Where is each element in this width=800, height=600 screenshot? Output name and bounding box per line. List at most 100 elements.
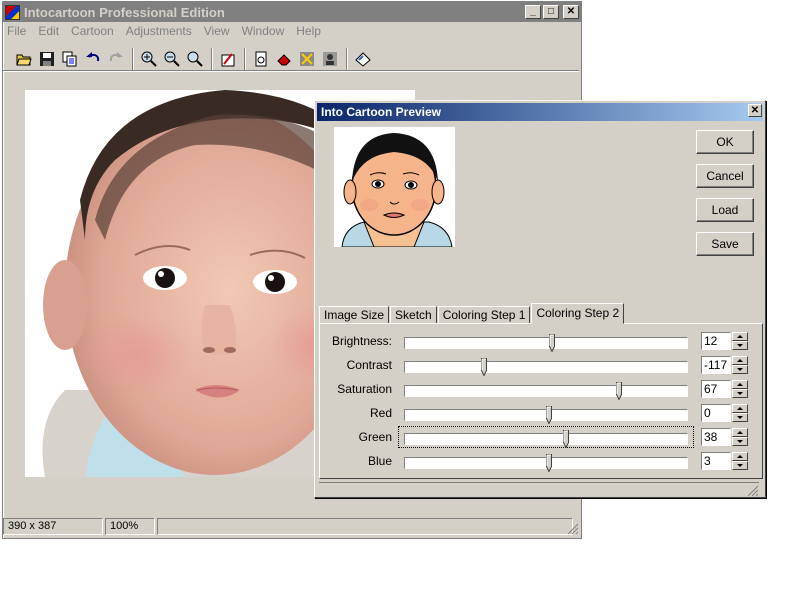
resize-grip-icon[interactable] <box>567 523 579 535</box>
cartoonize-icon[interactable] <box>217 48 239 70</box>
effect-icon[interactable] <box>296 48 318 70</box>
menubar: File Edit Cartoon Adjustments View Windo… <box>3 22 581 40</box>
green-slider[interactable] <box>404 430 688 449</box>
save-settings-button[interactable]: Save <box>696 232 754 256</box>
saturation-slider-thumb[interactable] <box>616 382 623 401</box>
minimize-button[interactable]: _ <box>525 5 541 19</box>
contrast-value[interactable]: -117 <box>701 356 731 374</box>
red-value[interactable]: 0 <box>701 404 731 422</box>
green-label: Green <box>358 430 392 444</box>
zoom-fit-icon[interactable] <box>184 48 206 70</box>
window-title: Intocartoon Professional Edition <box>24 4 225 20</box>
saturation-spinner <box>732 380 748 398</box>
spin-up-icon[interactable] <box>732 380 748 389</box>
contrast-slider-thumb[interactable] <box>480 358 487 377</box>
copy-icon[interactable] <box>59 48 81 70</box>
tab-strip: Image Size Sketch Coloring Step 1 Colori… <box>319 303 625 324</box>
spin-up-icon[interactable] <box>732 452 748 461</box>
clear-icon[interactable] <box>352 48 374 70</box>
menu-edit[interactable]: Edit <box>38 24 59 38</box>
cartoon-preview-image <box>334 127 455 247</box>
blue-slider-thumb[interactable] <box>545 454 552 473</box>
tab-coloring-step-1[interactable]: Coloring Step 1 <box>437 306 531 324</box>
brightness-label: Brightness: <box>331 334 392 348</box>
red-slider[interactable] <box>404 406 688 425</box>
toolbar <box>13 46 375 72</box>
app-icon[interactable] <box>5 4 20 20</box>
spin-down-icon[interactable] <box>732 389 748 398</box>
save-icon[interactable] <box>36 48 58 70</box>
menu-file[interactable]: File <box>7 24 26 38</box>
cancel-button[interactable]: Cancel <box>696 164 754 188</box>
slider-row-blue: Blue 3 <box>320 450 760 473</box>
close-button[interactable]: ✕ <box>563 5 579 19</box>
toolbar-divider <box>3 70 579 72</box>
spin-down-icon[interactable] <box>732 461 748 470</box>
spin-down-icon[interactable] <box>732 365 748 374</box>
redo-icon[interactable] <box>105 48 127 70</box>
status-zoom: 100% <box>105 518 155 535</box>
blue-value[interactable]: 3 <box>701 452 731 470</box>
green-value[interactable]: 38 <box>701 428 731 446</box>
coloring-step-2-panel: Brightness: 12 Contrast -117 Saturation … <box>319 323 763 479</box>
brightness-value[interactable]: 12 <box>701 332 731 350</box>
open-icon[interactable] <box>13 48 35 70</box>
slider-row-contrast: Contrast -117 <box>320 354 760 377</box>
tab-image-size[interactable]: Image Size <box>319 306 390 324</box>
slider-row-brightness: Brightness: 12 <box>320 330 760 353</box>
batch-icon[interactable] <box>319 48 341 70</box>
spin-up-icon[interactable] <box>732 332 748 341</box>
maximize-button[interactable]: □ <box>543 5 559 19</box>
saturation-label: Saturation <box>337 382 392 396</box>
brightness-slider-thumb[interactable] <box>548 334 555 353</box>
contrast-slider[interactable] <box>404 358 688 377</box>
toolbar-separator <box>132 48 134 70</box>
status-dimensions: 390 x 387 <box>3 518 103 535</box>
blue-slider[interactable] <box>404 454 688 473</box>
saturation-slider[interactable] <box>404 382 688 401</box>
blue-label: Blue <box>367 454 392 468</box>
red-slider-thumb[interactable] <box>545 406 552 425</box>
ok-button[interactable]: OK <box>696 130 754 154</box>
brightness-spinner <box>732 332 748 350</box>
zoom-in-icon[interactable] <box>138 48 160 70</box>
red-label: Red <box>369 406 392 420</box>
zoom-out-icon[interactable] <box>161 48 183 70</box>
toolbar-separator <box>211 48 213 70</box>
main-titlebar[interactable]: Intocartoon Professional Edition _ □ ✕ <box>3 2 581 22</box>
slider-row-red: Red 0 <box>320 402 760 425</box>
tab-sketch[interactable]: Sketch <box>390 306 437 324</box>
dialog-titlebar[interactable]: Into Cartoon Preview <box>317 103 763 121</box>
spin-up-icon[interactable] <box>732 404 748 413</box>
slider-row-green: Green 38 <box>320 426 760 449</box>
menu-view[interactable]: View <box>204 24 230 38</box>
tab-coloring-step-2[interactable]: Coloring Step 2 <box>531 303 625 324</box>
toolbar-separator <box>346 48 348 70</box>
spin-down-icon[interactable] <box>732 413 748 422</box>
red-spinner <box>732 404 748 422</box>
menu-adjustments[interactable]: Adjustments <box>126 24 192 38</box>
dialog-close-button[interactable]: ✕ <box>748 104 762 117</box>
menu-window[interactable]: Window <box>242 24 285 38</box>
load-button[interactable]: Load <box>696 198 754 222</box>
page-icon[interactable] <box>250 48 272 70</box>
spin-down-icon[interactable] <box>732 437 748 446</box>
green-spinner <box>732 428 748 446</box>
saturation-value[interactable]: 67 <box>701 380 731 398</box>
save-button-label: Save <box>711 237 739 251</box>
menu-help[interactable]: Help <box>296 24 321 38</box>
spin-up-icon[interactable] <box>732 356 748 365</box>
menu-cartoon[interactable]: Cartoon <box>71 24 114 38</box>
load-button-label: Load <box>711 203 739 217</box>
dialog-resize-grip-icon[interactable] <box>747 485 759 497</box>
spin-down-icon[interactable] <box>732 341 748 350</box>
brightness-slider[interactable] <box>404 334 688 353</box>
undo-icon[interactable] <box>82 48 104 70</box>
ok-button-label: OK <box>716 135 734 149</box>
slider-row-saturation: Saturation 67 <box>320 378 760 401</box>
spin-up-icon[interactable] <box>732 428 748 437</box>
eraser-icon[interactable] <box>273 48 295 70</box>
green-slider-thumb[interactable] <box>562 430 569 449</box>
statusbar: 390 x 387 100% <box>3 518 581 537</box>
contrast-spinner <box>732 356 748 374</box>
